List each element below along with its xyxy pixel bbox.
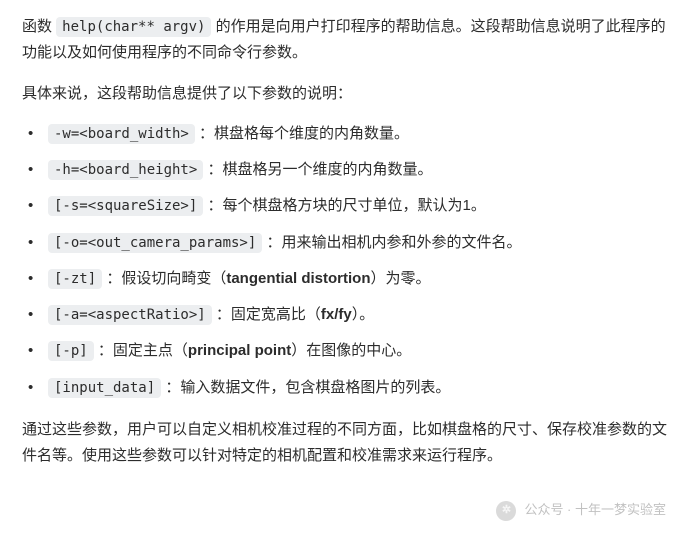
param-desc-after: ）。: [352, 306, 375, 323]
param-desc-after: ）为零。: [371, 270, 431, 287]
param-item: [input_data] ：输入数据文件，包含棋盘格图片的列表。: [22, 375, 672, 401]
intro-paragraph: 函数 help(char** argv) 的作用是向用户打印程序的帮助信息。这段…: [22, 14, 672, 67]
param-desc-after: ）在图像的中心。: [291, 342, 411, 359]
lead-paragraph: 具体来说，这段帮助信息提供了以下参数的说明：: [22, 81, 672, 107]
params-list: -w=<board_width> ：棋盘格每个维度的内角数量。 -h=<board…: [22, 121, 672, 401]
param-code: [-zt]: [48, 269, 102, 289]
param-item: -h=<board_height> ：棋盘格另一个维度的内角数量。: [22, 157, 672, 183]
intro-code: help(char** argv): [56, 17, 211, 37]
param-desc-bold: principal point: [188, 342, 291, 359]
param-desc-bold: fx/fy: [321, 306, 352, 323]
param-item: [-a=<aspectRatio>] ：固定宽高比（fx/fy）。: [22, 302, 672, 328]
param-desc: ：输入数据文件，包含棋盘格图片的列表。: [165, 379, 450, 396]
param-item: -w=<board_width> ：棋盘格每个维度的内角数量。: [22, 121, 672, 147]
param-code: [-p]: [48, 341, 94, 361]
param-item: [-p] ：固定主点（principal point）在图像的中心。: [22, 338, 672, 364]
param-code: -w=<board_width>: [48, 124, 195, 144]
param-desc: ：棋盘格每个维度的内角数量。: [199, 125, 409, 142]
param-code: [input_data]: [48, 378, 161, 398]
outro-paragraph: 通过这些参数，用户可以自定义相机校准过程的不同方面，比如棋盘格的尺寸、保存校准参…: [22, 417, 672, 470]
param-desc-bold: tangential distortion: [226, 270, 370, 287]
param-item: [-o=<out_camera_params>] ：用来输出相机内参和外参的文件…: [22, 230, 672, 256]
param-code: [-s=<squareSize>]: [48, 196, 203, 216]
param-desc: ：棋盘格另一个维度的内角数量。: [207, 161, 432, 178]
param-desc: ：每个棋盘格方块的尺寸单位，默认为1。: [207, 197, 485, 214]
wechat-icon: ✲: [496, 501, 516, 521]
watermark: ✲ 公众号 · 十年一梦实验室: [496, 499, 666, 522]
param-desc-before: ：固定主点（: [98, 342, 188, 359]
param-item: [-s=<squareSize>] ：每个棋盘格方块的尺寸单位，默认为1。: [22, 193, 672, 219]
param-code: [-a=<aspectRatio>]: [48, 305, 212, 325]
param-code: [-o=<out_camera_params>]: [48, 233, 262, 253]
param-item: [-zt] ：假设切向畸变（tangential distortion）为零。: [22, 266, 672, 292]
param-code: -h=<board_height>: [48, 160, 203, 180]
param-desc-before: ：假设切向畸变（: [106, 270, 226, 287]
watermark-label: 公众号 · 十年一梦实验室: [524, 499, 666, 522]
param-desc-before: ：固定宽高比（: [216, 306, 321, 323]
intro-prefix: 函数: [22, 18, 56, 35]
param-desc: ：用来输出相机内参和外参的文件名。: [266, 234, 521, 251]
